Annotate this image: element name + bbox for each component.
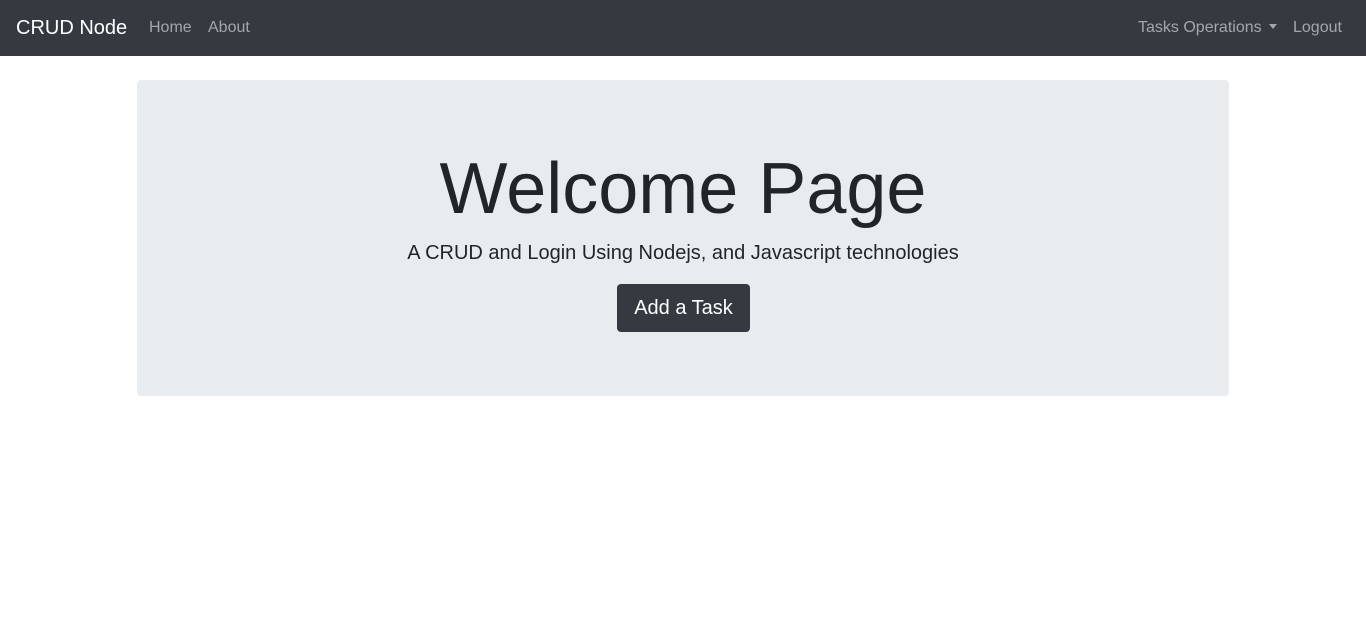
tasks-operations-dropdown[interactable]: Tasks Operations xyxy=(1138,0,1277,56)
logout-link[interactable]: Logout xyxy=(1293,0,1342,56)
tasks-operations-label: Tasks Operations xyxy=(1138,19,1262,36)
add-task-button[interactable]: Add a Task xyxy=(617,284,750,332)
lead-text: A CRUD and Login Using Nodejs, and Javas… xyxy=(407,242,959,264)
brand-link[interactable]: CRUD Node xyxy=(16,0,127,56)
nav-home-link[interactable]: Home xyxy=(149,0,192,56)
navbar: CRUD Node Home About Tasks Operations Lo… xyxy=(0,0,1366,56)
nav-about-link[interactable]: About xyxy=(208,0,250,56)
jumbotron: Welcome Page A CRUD and Login Using Node… xyxy=(137,80,1229,396)
caret-down-icon xyxy=(1268,24,1277,29)
page-title: Welcome Page xyxy=(439,149,927,229)
